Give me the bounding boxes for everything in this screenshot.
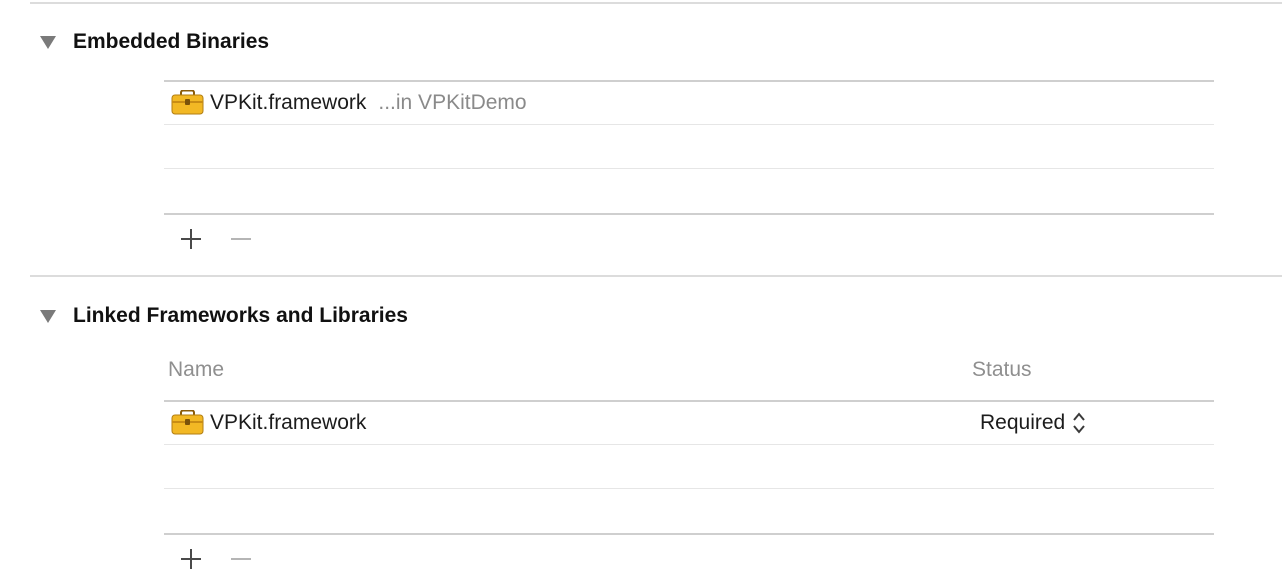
section-divider (30, 275, 1282, 277)
column-header-status[interactable]: Status (972, 358, 1032, 382)
section-title: Embedded Binaries (73, 30, 270, 53)
plus-icon[interactable] (178, 226, 204, 252)
table-row[interactable]: VPKit.framework Required (164, 400, 1214, 443)
table-row-empty (164, 124, 1214, 167)
up-down-chevron-icon (1073, 411, 1086, 434)
table-row-empty (164, 444, 1214, 487)
disclosure-triangle-icon[interactable] (40, 309, 56, 323)
table-row[interactable]: VPKit.framework ...in VPKitDemo (164, 80, 1214, 123)
status-popup-button[interactable]: Required (980, 410, 1087, 436)
framework-toolbox-icon (171, 410, 204, 435)
column-header-name[interactable]: Name (168, 358, 224, 382)
linked-frameworks-table: VPKit.framework Required (164, 400, 1214, 536)
framework-location: ...in VPKitDemo (378, 90, 527, 114)
minus-icon[interactable] (228, 226, 254, 252)
minus-icon[interactable] (228, 546, 254, 572)
disclosure-triangle-icon[interactable] (40, 35, 56, 49)
framework-name: VPKit.framework (210, 90, 367, 114)
framework-name: VPKit.framework (210, 410, 367, 434)
framework-toolbox-icon (171, 90, 204, 115)
plus-icon[interactable] (178, 546, 204, 572)
table-row-empty (164, 488, 1214, 535)
status-value: Required (980, 410, 1066, 434)
table-row-empty (164, 168, 1214, 215)
linked-frameworks-header: Linked Frameworks and Libraries (40, 301, 408, 331)
top-divider (30, 2, 1282, 4)
embedded-binaries-table: VPKit.framework ...in VPKitDemo (164, 80, 1214, 216)
section-title: Linked Frameworks and Libraries (73, 304, 408, 327)
embedded-binaries-header: Embedded Binaries (40, 27, 269, 57)
